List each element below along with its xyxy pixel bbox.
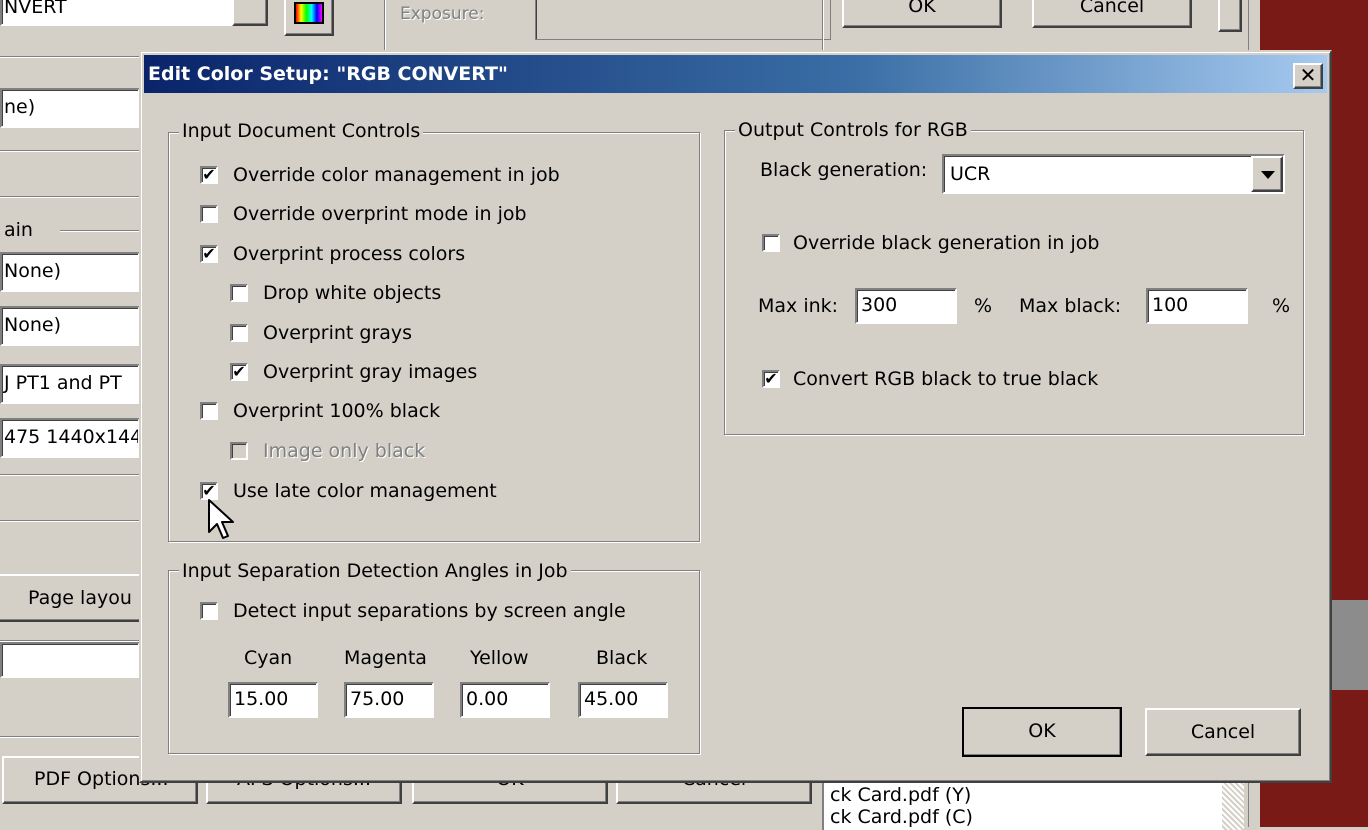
drop-white-objects-label: Drop white objects xyxy=(263,282,442,304)
dialog-title-bar[interactable]: Edit Color Setup: "RGB CONVERT" ✕ xyxy=(144,55,1327,93)
use-late-color-management-label: Use late color management xyxy=(233,480,497,502)
max-black-input[interactable]: 100 xyxy=(1146,288,1248,324)
override-overprint-mode-label: Override overprint mode in job xyxy=(233,203,527,225)
black-label: Black xyxy=(596,647,648,669)
input-document-controls-legend: Input Document Controls xyxy=(179,120,424,142)
input-separation-legend: Input Separation Detection Angles in Job xyxy=(179,560,571,582)
image-only-black-label: Image only black xyxy=(263,440,426,462)
dropdown-button[interactable] xyxy=(232,0,268,26)
desktop-gray-band xyxy=(1330,600,1368,690)
mouse-pointer-icon xyxy=(208,499,234,539)
override-color-management-checkbox[interactable]: ✔ xyxy=(200,166,218,184)
override-overprint-mode-checkbox[interactable] xyxy=(200,205,218,223)
left-field-4[interactable]: J PT1 and PT xyxy=(0,364,140,404)
divider xyxy=(0,474,140,476)
max-black-unit: % xyxy=(1272,295,1291,317)
yellow-label: Yellow xyxy=(470,647,529,669)
divider xyxy=(0,56,140,58)
image-only-black-checkbox xyxy=(230,442,248,460)
magenta-label: Magenta xyxy=(344,647,427,669)
list-item[interactable]: ck Card.pdf (Y) xyxy=(830,784,971,806)
overprint-process-colors-label: Overprint process colors xyxy=(233,243,466,265)
left-field-5[interactable]: 475 1440x144 xyxy=(0,418,140,458)
max-black-label: Max black: xyxy=(1019,295,1122,317)
cancel-button[interactable]: Cancel xyxy=(1145,708,1301,756)
left-field-1[interactable]: ne) xyxy=(0,88,140,128)
chevron-down-icon xyxy=(1261,171,1275,179)
ok-button[interactable]: OK xyxy=(962,707,1122,757)
output-controls-legend: Output Controls for RGB xyxy=(735,119,971,141)
cyan-angle-input[interactable]: 15.00 xyxy=(228,682,318,718)
divider xyxy=(60,230,140,232)
divider xyxy=(0,196,140,198)
color-picker-button[interactable] xyxy=(284,0,334,36)
max-ink-label: Max ink: xyxy=(758,295,839,317)
black-generation-select[interactable]: UCR xyxy=(942,154,1285,194)
color-setup-field[interactable]: NVERT xyxy=(0,0,232,26)
left-field-6[interactable] xyxy=(0,642,140,678)
black-generation-value: UCR xyxy=(950,163,991,185)
left-field-2[interactable]: None) xyxy=(0,252,140,292)
overprint-grays-checkbox[interactable] xyxy=(230,324,248,342)
detect-separations-label: Detect input separations by screen angle xyxy=(233,600,626,622)
separator xyxy=(384,0,386,50)
close-icon: ✕ xyxy=(1299,63,1317,87)
override-black-label: Override black generation in job xyxy=(793,232,1100,254)
max-ink-unit: % xyxy=(974,295,993,317)
dropdown-arrow-button[interactable] xyxy=(1251,156,1283,192)
right-panel-border xyxy=(822,0,824,56)
convert-rgb-black-label: Convert RGB black to true black xyxy=(793,368,1099,390)
divider xyxy=(0,520,140,522)
black-angle-input[interactable]: 45.00 xyxy=(578,682,668,718)
overprint-gray-images-label: Overprint gray images xyxy=(263,361,478,383)
exposure-field xyxy=(535,0,831,40)
override-black-checkbox[interactable] xyxy=(762,234,780,252)
black-generation-label: Black generation: xyxy=(760,159,928,181)
magenta-angle-input[interactable]: 75.00 xyxy=(344,682,434,718)
max-ink-input[interactable]: 300 xyxy=(855,288,957,324)
left-field-3[interactable]: None) xyxy=(0,306,140,346)
top-ok-button[interactable]: OK xyxy=(842,0,1002,28)
domain-label: ain xyxy=(4,219,33,241)
divider xyxy=(0,150,140,152)
overprint-process-colors-checkbox[interactable]: ✔ xyxy=(200,245,218,263)
list-item[interactable]: ck Card.pdf (C) xyxy=(830,806,973,828)
override-color-management-label: Override color management in job xyxy=(233,164,560,186)
overprint-100-black-label: Overprint 100% black xyxy=(233,400,441,422)
convert-rgb-black-checkbox[interactable]: ✔ xyxy=(762,370,780,388)
close-button[interactable]: ✕ xyxy=(1293,63,1323,89)
dialog-title: Edit Color Setup: "RGB CONVERT" xyxy=(148,63,508,85)
edit-color-setup-dialog: Edit Color Setup: "RGB CONVERT" ✕ Input … xyxy=(139,50,1332,783)
overprint-100-black-checkbox[interactable] xyxy=(200,402,218,420)
divider xyxy=(0,736,140,738)
page-layout-button[interactable]: Page layou xyxy=(0,574,142,622)
exposure-label: Exposure: xyxy=(400,4,485,24)
yellow-angle-input[interactable]: 0.00 xyxy=(460,682,550,718)
overprint-gray-images-checkbox[interactable]: ✔ xyxy=(230,363,248,381)
scroll-handle[interactable] xyxy=(1218,0,1242,32)
overprint-grays-label: Overprint grays xyxy=(263,322,413,344)
detect-separations-checkbox[interactable] xyxy=(200,602,218,620)
cyan-label: Cyan xyxy=(244,647,293,669)
drop-white-objects-checkbox[interactable] xyxy=(230,284,248,302)
color-spectrum-icon xyxy=(294,2,324,24)
top-cancel-button[interactable]: Cancel xyxy=(1032,0,1192,28)
